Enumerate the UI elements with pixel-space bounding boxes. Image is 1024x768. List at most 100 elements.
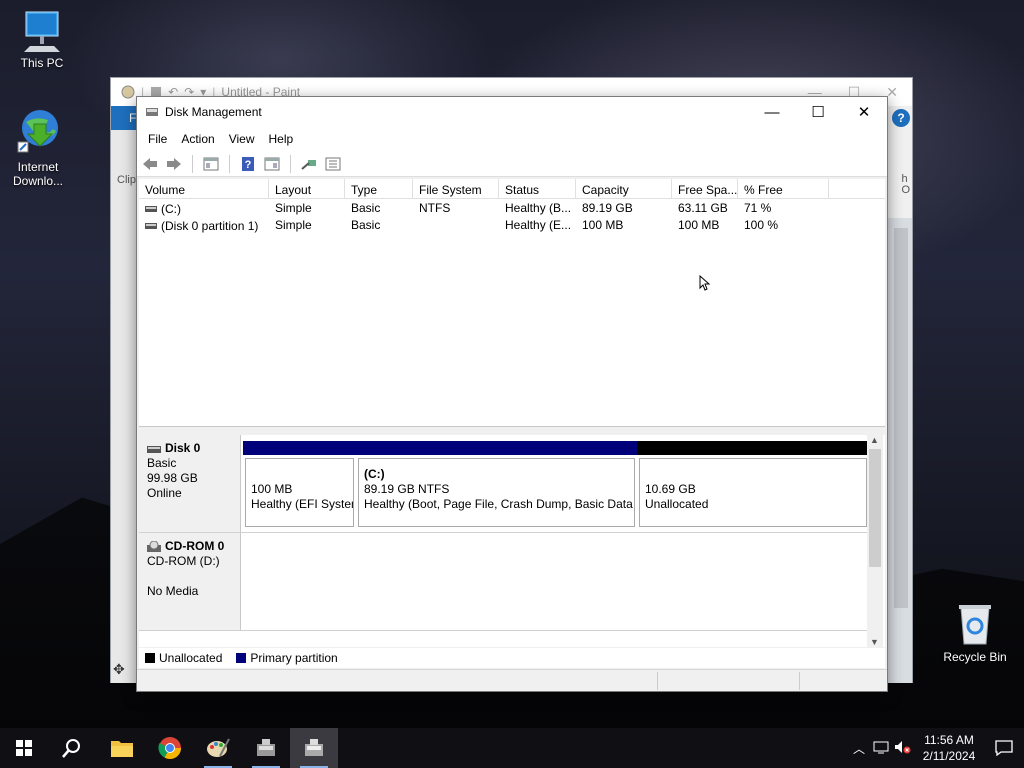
properties-icon (203, 157, 219, 170)
partition-efi[interactable]: 100 MB Healthy (EFI System Partition) (243, 441, 356, 529)
menu-view[interactable]: View (222, 132, 262, 146)
partition-c[interactable]: (C:) 89.19 GB NTFS Healthy (Boot, Page F… (356, 441, 637, 529)
partition-label (645, 467, 866, 482)
taskbar-disk-management[interactable] (242, 728, 290, 768)
desktop-icon-label: This PC (20, 56, 64, 70)
menu-action[interactable]: Action (174, 132, 221, 146)
desktop-icon-recycle-bin[interactable]: Recycle Bin (937, 602, 1013, 664)
disk-0-label[interactable]: Disk 0 Basic 99.98 GB Online (139, 435, 241, 532)
paint-file-tab[interactable]: F (111, 106, 137, 130)
table-row[interactable]: (C:) Simple Basic NTFS Healthy (B... 89.… (139, 199, 885, 216)
menu-help[interactable]: Help (262, 132, 301, 146)
paint-icon (207, 738, 230, 757)
desktop-icon-this-pc[interactable]: This PC (4, 10, 80, 70)
partition-label: (C:) (364, 467, 385, 481)
partition-unallocated[interactable]: 10.69 GB Unallocated (637, 441, 869, 529)
help-button[interactable]: ? (239, 155, 257, 173)
legend-label-unallocated: Unallocated (159, 651, 223, 665)
status-cell: Healthy (E... (505, 218, 572, 232)
disk-graphical-view[interactable]: Disk 0 Basic 99.98 GB Online 100 MB Heal… (139, 435, 885, 647)
rescan-button[interactable] (300, 155, 318, 173)
properties-button[interactable] (202, 155, 220, 173)
volume-name: (C:) (161, 201, 181, 216)
disk-view-scrollbar[interactable]: ▲ ▼ (867, 435, 883, 647)
back-button[interactable] (141, 155, 159, 173)
paint-scrollbar[interactable] (894, 228, 908, 608)
maximize-button[interactable]: ☐ (795, 97, 841, 127)
notification-center-button[interactable] (984, 740, 1024, 756)
desktop-icon-internet-download[interactable]: Internet Downlo... (0, 106, 76, 188)
disk-management-window[interactable]: Disk Management — ☐ ✕ File Action View H… (136, 96, 888, 692)
menu-file[interactable]: File (141, 132, 174, 146)
show-hidden-icons-icon[interactable]: ︿ (848, 740, 870, 757)
scroll-down-icon[interactable]: ▼ (870, 637, 879, 647)
table-row[interactable]: (Disk 0 partition 1) Simple Basic Health… (139, 216, 885, 233)
search-button[interactable] (48, 728, 96, 768)
disk-management-app-icon (146, 108, 158, 116)
desktop-icon-label: Recycle Bin (943, 650, 1007, 664)
start-icon (16, 740, 32, 756)
scroll-thumb[interactable] (869, 449, 881, 567)
partition-body: 10.69 GB Unallocated (639, 458, 867, 527)
volume-list[interactable]: Volume Layout Type File System Status Ca… (139, 179, 885, 427)
forward-button[interactable] (165, 155, 183, 173)
type-cell: Basic (351, 201, 381, 215)
column-header-percent-free[interactable]: % Free (738, 179, 829, 198)
layout-cell: Simple (275, 201, 312, 215)
disk-row-cdrom-0[interactable]: CD-ROM 0 CD-ROM (D:) No Media (139, 533, 869, 631)
network-icon[interactable] (870, 740, 892, 757)
taskbar-paint[interactable] (194, 728, 242, 768)
help-icon: ? (242, 156, 254, 171)
legend-swatch-unallocated (145, 653, 155, 663)
volume-cell: (C:) (139, 199, 269, 216)
console-button[interactable] (263, 155, 281, 173)
column-header-volume[interactable]: Volume (139, 179, 269, 198)
status-bar (137, 669, 887, 691)
status-bar-divider (799, 672, 800, 690)
forward-arrow-icon (167, 157, 181, 170)
toolbar-separator (290, 154, 291, 173)
disk-state: No Media (147, 584, 199, 598)
titlebar[interactable]: Disk Management — ☐ ✕ (137, 97, 887, 127)
taskbar-file-explorer[interactable] (98, 728, 146, 768)
column-header-file-system[interactable]: File System (413, 179, 499, 198)
capacity-cell: 100 MB (582, 218, 624, 232)
partition-size: 100 MB (251, 482, 293, 496)
partition-color-bar (637, 441, 869, 455)
paint-palette-icon (121, 85, 135, 99)
close-button[interactable]: ✕ (841, 97, 887, 127)
paint-help-icon[interactable]: ? (892, 109, 910, 127)
scroll-up-icon[interactable]: ▲ (870, 435, 879, 445)
column-header-capacity[interactable]: Capacity (576, 179, 672, 198)
cdrom-0-label[interactable]: CD-ROM 0 CD-ROM (D:) No Media (139, 533, 241, 630)
taskbar-disk-management-active[interactable] (290, 728, 338, 768)
disk-name: CD-ROM 0 (165, 539, 225, 553)
volume-drive-icon (145, 222, 157, 229)
column-header-status[interactable]: Status (499, 179, 576, 198)
toolbar: ? (137, 151, 887, 177)
list-button[interactable] (324, 155, 342, 173)
column-header-type[interactable]: Type (345, 179, 413, 198)
percent-free-cell: 100 % (744, 218, 779, 232)
free-space-cell: 100 MB (678, 218, 720, 232)
globe-download-icon (17, 110, 58, 153)
taskbar-chrome[interactable] (146, 728, 194, 768)
taskbar: ︿ 11:56 AM 2/11/2024 (0, 728, 1024, 768)
minimize-button[interactable]: — (749, 97, 795, 127)
clock[interactable]: 11:56 AM 2/11/2024 (914, 732, 984, 764)
disk-row-disk-0[interactable]: Disk 0 Basic 99.98 GB Online 100 MB Heal… (139, 435, 869, 533)
hard-disk-icon (147, 445, 161, 453)
status-bar-divider (657, 672, 658, 690)
chrome-icon (158, 737, 181, 759)
column-header-free-space[interactable]: Free Spa... (672, 179, 738, 198)
move-cursor-icon: ✥ (113, 661, 125, 677)
recycle-bin-icon (959, 605, 991, 645)
volume-name: (Disk 0 partition 1) (161, 218, 259, 233)
column-header-layout[interactable]: Layout (269, 179, 345, 198)
start-button[interactable] (0, 728, 48, 768)
clock-date: 2/11/2024 (922, 749, 976, 763)
clock-time: 11:56 AM (924, 733, 974, 747)
type-cell: Basic (351, 218, 381, 232)
paint-close-button[interactable]: ✕ (886, 84, 898, 101)
volume-muted-icon[interactable] (892, 740, 914, 757)
